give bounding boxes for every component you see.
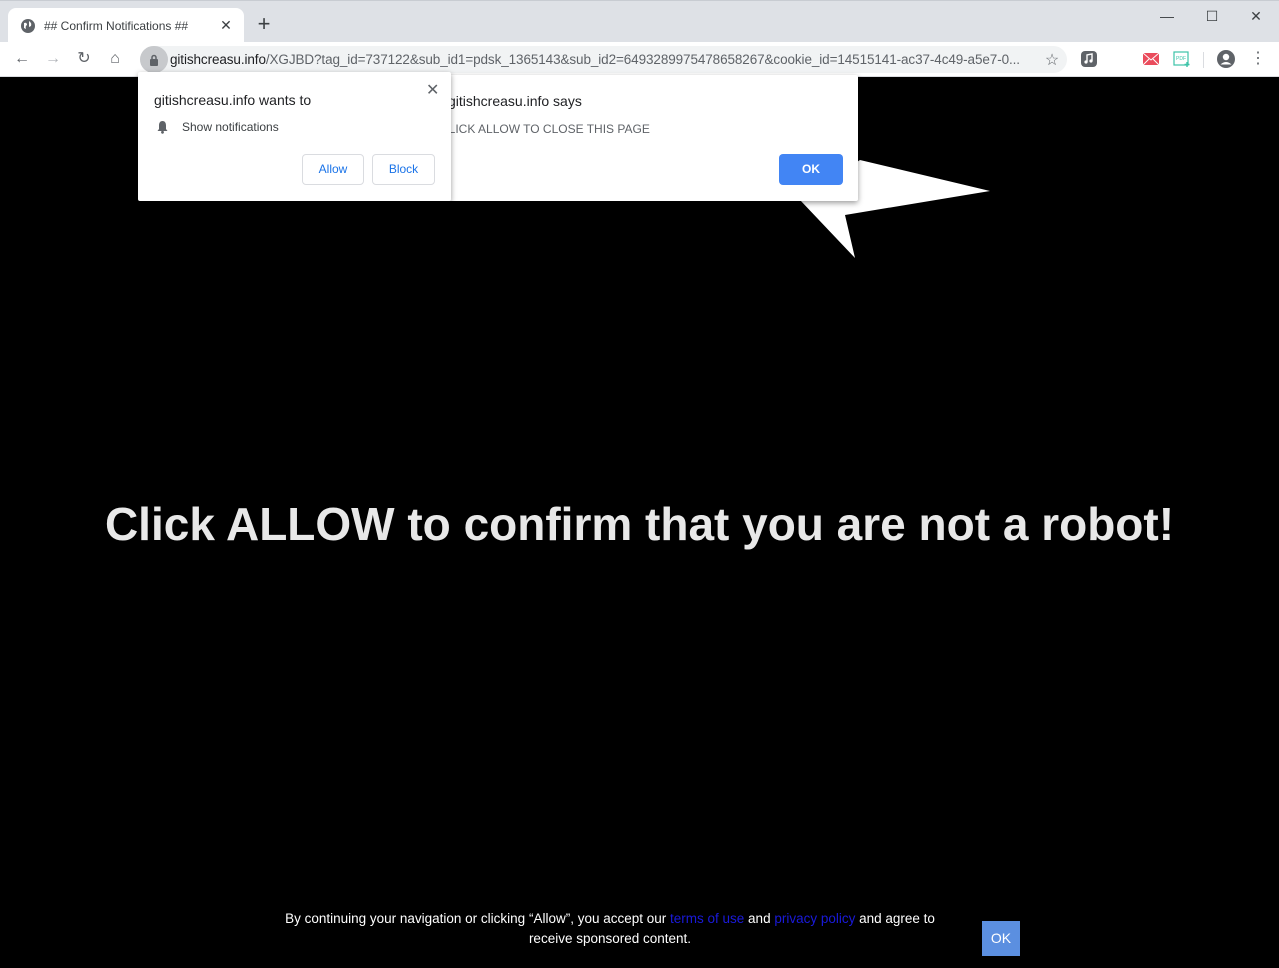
- forward-button[interactable]: →: [41, 47, 65, 71]
- site-info-button[interactable]: [140, 46, 168, 73]
- new-tab-button[interactable]: +: [254, 13, 274, 35]
- toolbar-divider: [1203, 52, 1204, 68]
- close-window-button[interactable]: ✕: [1236, 5, 1276, 27]
- privacy-policy-link[interactable]: privacy policy: [774, 911, 855, 926]
- url-text[interactable]: gitishcreasu.info/XGJBD?tag_id=737122&su…: [170, 52, 1037, 67]
- reload-button[interactable]: ↻: [72, 47, 96, 71]
- svg-text:PDF: PDF: [1176, 56, 1186, 62]
- browser-window: ## Confirm Notifications ## ✕ + — ☐ ✕ ← …: [0, 0, 1279, 968]
- tab-strip: ## Confirm Notifications ## ✕ + — ☐ ✕: [0, 0, 1279, 43]
- footer-text-before: By continuing your navigation or clickin…: [285, 911, 671, 926]
- maximize-button[interactable]: ☐: [1192, 5, 1232, 27]
- home-button[interactable]: ⌂: [103, 47, 127, 71]
- minimize-button[interactable]: —: [1147, 5, 1187, 27]
- permission-row: Show notifications: [156, 120, 279, 134]
- profile-avatar-icon[interactable]: [1216, 49, 1236, 69]
- permission-close-icon[interactable]: ✕: [426, 80, 439, 100]
- back-button[interactable]: ←: [10, 47, 34, 71]
- mail-extension-icon[interactable]: [1142, 50, 1160, 68]
- alert-ok-button[interactable]: OK: [779, 154, 843, 185]
- alert-message: CLICK ALLOW TO CLOSE THIS PAGE: [440, 122, 650, 136]
- url-path: /XGJBD?tag_id=737122&sub_id1=pdsk_136514…: [265, 52, 1020, 67]
- lock-icon: [150, 54, 158, 66]
- globe-icon: [21, 18, 35, 33]
- music-extension-icon[interactable]: [1080, 50, 1098, 68]
- page-content: Click ALLOW to confirm that you are not …: [0, 77, 1279, 968]
- permission-label: Show notifications: [182, 120, 279, 134]
- terms-of-use-link[interactable]: terms of use: [670, 911, 744, 926]
- url-host: gitishcreasu.info: [170, 52, 266, 67]
- browser-menu-icon[interactable]: ⋮: [1246, 47, 1270, 71]
- alert-dialog: gitishcreasu.info says CLICK ALLOW TO CL…: [440, 75, 858, 201]
- pdf-extension-icon[interactable]: PDF: [1173, 50, 1191, 68]
- block-button[interactable]: Block: [372, 154, 435, 185]
- footer-text-mid: and: [744, 911, 775, 926]
- address-bar[interactable]: gitishcreasu.info/XGJBD?tag_id=737122&su…: [140, 46, 1067, 73]
- notification-permission-prompt: gitishcreasu.info wants to ✕ Show notifi…: [138, 72, 451, 201]
- consent-footer-text: By continuing your navigation or clickin…: [270, 909, 950, 949]
- tab-active[interactable]: ## Confirm Notifications ## ✕: [8, 8, 244, 43]
- bookmark-star-icon[interactable]: ☆: [1037, 50, 1067, 70]
- tab-close-icon[interactable]: ✕: [218, 17, 234, 34]
- permission-title: gitishcreasu.info wants to: [154, 92, 312, 108]
- page-headline: Click ALLOW to confirm that you are not …: [104, 498, 1175, 550]
- footer-ok-button[interactable]: OK: [982, 921, 1020, 956]
- allow-button[interactable]: Allow: [302, 154, 364, 185]
- alert-title: gitishcreasu.info says: [448, 93, 582, 109]
- bell-icon: [157, 121, 168, 134]
- tab-title: ## Confirm Notifications ##: [44, 18, 189, 33]
